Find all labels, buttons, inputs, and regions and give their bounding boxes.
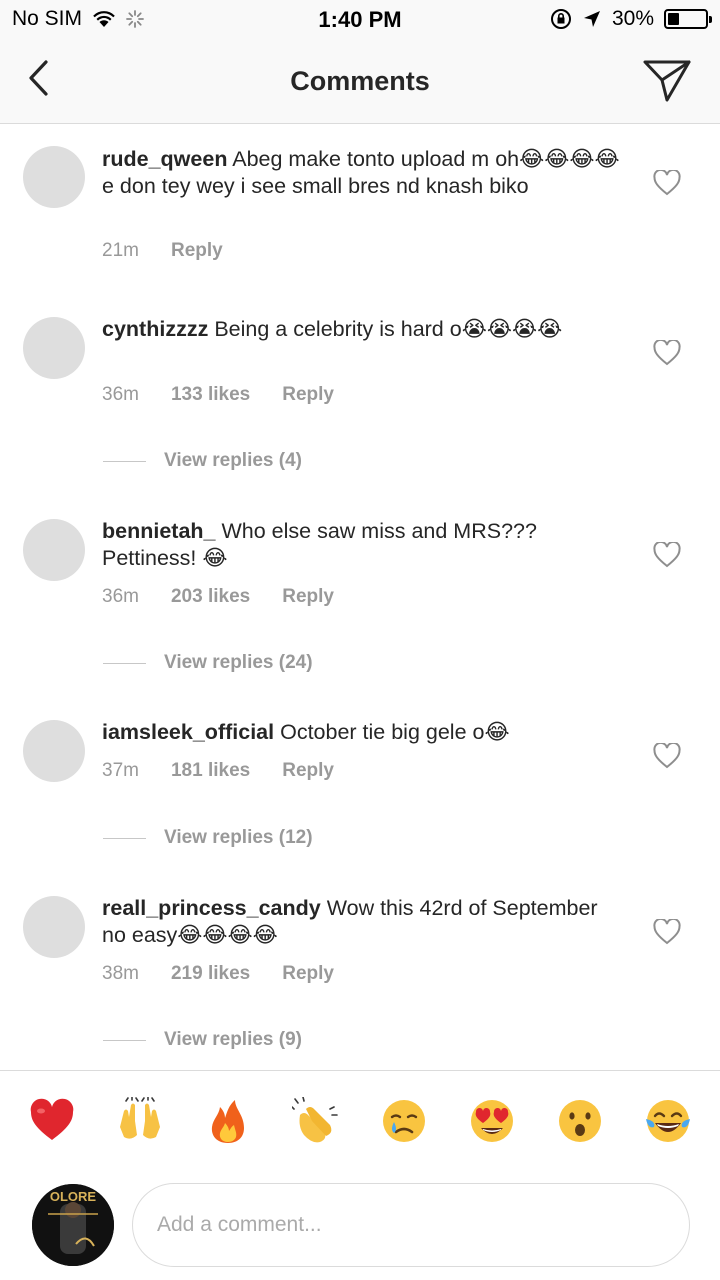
comment-meta: 21m Reply: [102, 240, 223, 262]
page-title: Comments: [290, 66, 430, 96]
red-heart-emoji-icon[interactable]: [28, 1097, 76, 1145]
paper-plane-icon[interactable]: [642, 56, 692, 104]
comment-item: reall_princess_candy Wow this 42rd of Se…: [0, 873, 720, 1070]
emoji-reaction-bar: [0, 1070, 720, 1180]
raising-hands-emoji-icon[interactable]: [116, 1097, 164, 1145]
status-bar: No SIM 1:40 PM 30%: [0, 0, 720, 40]
status-right: 30%: [550, 7, 712, 31]
comment-item: rude_qween Abeg make tonto upload m oh😂😂…: [0, 124, 720, 294]
avatar[interactable]: [23, 317, 85, 379]
view-replies-button[interactable]: View replies (12): [103, 827, 313, 849]
my-avatar[interactable]: OLORE: [32, 1184, 114, 1266]
view-replies-button[interactable]: View replies (9): [103, 1029, 302, 1051]
comment-composer: OLORE: [0, 1180, 720, 1280]
likes-count[interactable]: 181 likes: [171, 760, 250, 782]
likes-count[interactable]: 219 likes: [171, 963, 250, 985]
surprised-face-emoji-icon[interactable]: [556, 1097, 604, 1145]
likes-count[interactable]: 133 likes: [171, 384, 250, 406]
view-replies-button[interactable]: View replies (24): [103, 652, 313, 674]
comment-item: iamsleek_official October tie big gele o…: [0, 697, 720, 873]
battery-percent: 30%: [611, 7, 654, 30]
comment-time: 21m: [102, 240, 139, 261]
avatar[interactable]: [23, 146, 85, 208]
comment-username[interactable]: reall_princess_candy: [102, 896, 321, 920]
comment-item: bennietah_ Who else saw miss and MRS??? …: [0, 496, 720, 697]
view-replies-label: View replies (9): [164, 1029, 302, 1050]
comment-time: 36m: [102, 586, 139, 607]
comment-username[interactable]: bennietah_: [102, 519, 216, 543]
divider-line: [103, 460, 146, 462]
comment-body: cynthizzzz Being a celebrity is hard o😭😭…: [102, 316, 622, 343]
crying-face-emoji-icon[interactable]: [380, 1097, 428, 1145]
reply-button[interactable]: Reply: [282, 963, 334, 985]
clapping-hands-emoji-icon[interactable]: [292, 1097, 340, 1145]
battery-fill: [668, 13, 679, 25]
comment-input[interactable]: [132, 1183, 690, 1267]
avatar[interactable]: [23, 519, 85, 581]
comment-meta: 37m 181 likes Reply: [102, 760, 334, 782]
divider-line: [103, 837, 146, 839]
battery-icon: [664, 9, 712, 29]
likes-count[interactable]: 203 likes: [171, 586, 250, 608]
comment-time: 38m: [102, 963, 139, 984]
heart-icon[interactable]: [653, 743, 681, 769]
comment-body: rude_qween Abeg make tonto upload m oh😂😂…: [102, 146, 622, 200]
orientation-lock-icon: [550, 9, 571, 29]
nav-bar: Comments: [0, 40, 720, 124]
reply-button[interactable]: Reply: [282, 384, 334, 406]
comment-meta: 36m 203 likes Reply: [102, 586, 334, 608]
tears-of-joy-emoji-icon[interactable]: [644, 1097, 692, 1145]
heart-eyes-emoji-icon[interactable]: [468, 1097, 516, 1145]
comments-list[interactable]: rude_qween Abeg make tonto upload m oh😂😂…: [0, 124, 720, 1070]
heart-icon[interactable]: [653, 542, 681, 568]
reply-button[interactable]: Reply: [282, 586, 334, 608]
view-replies-label: View replies (4): [164, 450, 302, 471]
view-replies-button[interactable]: View replies (4): [103, 450, 302, 472]
comment-item: cynthizzzz Being a celebrity is hard o😭😭…: [0, 294, 720, 496]
comment-text: October tie big gele o😂: [280, 720, 510, 744]
heart-icon[interactable]: [653, 340, 681, 366]
location-arrow-icon: [583, 11, 600, 27]
comment-text: Being a celebrity is hard o😭😭😭😭: [214, 317, 563, 341]
heart-icon[interactable]: [653, 170, 681, 196]
comment-time: 36m: [102, 384, 139, 405]
view-replies-label: View replies (24): [164, 652, 313, 673]
fire-emoji-icon[interactable]: [204, 1097, 252, 1145]
comment-meta: 38m 219 likes Reply: [102, 963, 334, 985]
divider-line: [103, 1039, 146, 1041]
avatar-logo-text: OLORE: [50, 1189, 97, 1204]
comment-body: iamsleek_official October tie big gele o…: [102, 719, 622, 746]
comment-meta: 36m 133 likes Reply: [102, 384, 334, 406]
avatar[interactable]: [23, 720, 85, 782]
comment-body: reall_princess_candy Wow this 42rd of Se…: [102, 895, 622, 949]
reply-button[interactable]: Reply: [171, 240, 223, 262]
view-replies-label: View replies (12): [164, 827, 313, 848]
divider-line: [103, 662, 146, 664]
avatar[interactable]: [23, 896, 85, 958]
heart-icon[interactable]: [653, 919, 681, 945]
reply-button[interactable]: Reply: [282, 760, 334, 782]
comment-time: 37m: [102, 760, 139, 781]
comment-username[interactable]: rude_qween: [102, 147, 227, 171]
comment-username[interactable]: cynthizzzz: [102, 317, 208, 341]
comment-body: bennietah_ Who else saw miss and MRS??? …: [102, 518, 622, 572]
comment-username[interactable]: iamsleek_official: [102, 720, 274, 744]
